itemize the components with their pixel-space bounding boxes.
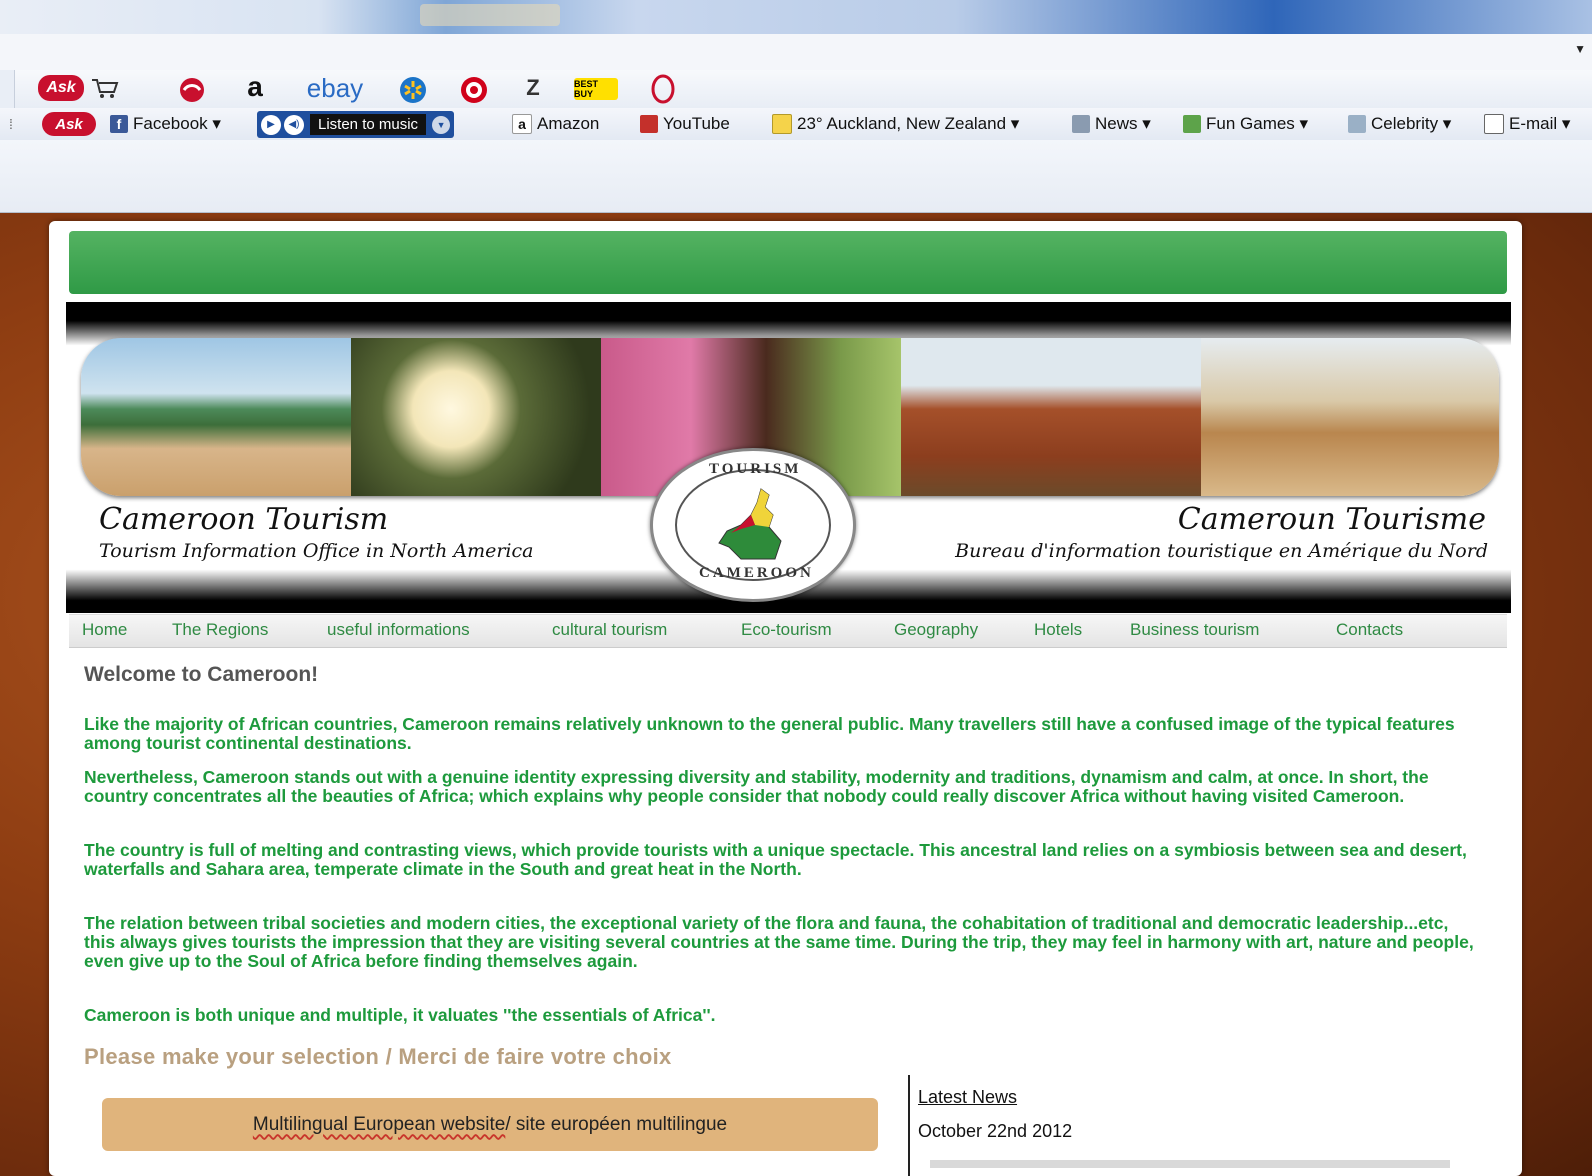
page-title: Welcome to Cameroon! <box>84 663 319 686</box>
ebay-icon[interactable]: ebay <box>295 73 375 103</box>
youtube-icon <box>640 115 658 133</box>
intro-paragraph-2: Nevertheless, Cameroon stands out with a… <box>84 767 1429 806</box>
favorite-weather[interactable]: 23° Auckland, New Zealand ▾ <box>772 113 1019 135</box>
favorite-amazon[interactable]: a Amazon <box>512 113 599 135</box>
email-icon <box>1484 114 1504 134</box>
favorite-label: Celebrity ▾ <box>1371 114 1452 133</box>
ask-toolbar <box>0 70 1592 108</box>
favorite-label: News ▾ <box>1095 114 1151 133</box>
nav-regions[interactable]: The Regions <box>172 620 268 640</box>
nav-contacts[interactable]: Contacts <box>1336 620 1403 640</box>
chevron-down-icon[interactable]: ▼ <box>1574 42 1586 56</box>
news-text-cutoff <box>930 1160 1450 1168</box>
chevron-down-icon[interactable]: ▼ <box>432 115 451 134</box>
favorite-label: YouTube <box>663 114 730 133</box>
favorite-email[interactable]: E-mail ▾ <box>1484 113 1570 135</box>
target-icon[interactable] <box>458 75 490 105</box>
walmart-icon[interactable] <box>398 76 428 104</box>
favorite-label: Amazon <box>537 114 600 133</box>
weather-icon <box>772 114 792 134</box>
cart-icon[interactable] <box>90 76 120 100</box>
nav-hotels[interactable]: Hotels <box>1034 620 1082 640</box>
active-tab-blur <box>420 4 560 26</box>
favorite-facebook[interactable]: f Facebook ▾ <box>110 113 221 135</box>
favorite-news[interactable]: News ▾ <box>1072 113 1151 135</box>
intro-paragraph-4: The relation between tribal societies an… <box>84 913 1474 971</box>
banner-title-fr: Cameroun Tourisme <box>1177 502 1486 537</box>
nav-geography[interactable]: Geography <box>894 620 978 640</box>
favorite-label: 23° Auckland, New Zealand ▾ <box>797 114 1020 133</box>
beach-photo <box>81 338 351 496</box>
multilingual-label: Multilingual European website <box>252 1113 506 1135</box>
nav-business-tourism[interactable]: Business tourism <box>1130 620 1259 640</box>
nav-home[interactable]: Home <box>82 620 127 640</box>
cathedral-photo <box>901 338 1201 496</box>
amazon-icon: a <box>512 114 532 134</box>
selection-heading: Please make your selection / Merci de fa… <box>84 1044 672 1069</box>
facebook-icon: f <box>110 115 128 133</box>
favorite-label: E-mail ▾ <box>1509 114 1571 133</box>
nav-useful-informations[interactable]: useful informations <box>327 620 470 640</box>
multilingual-site-button[interactable]: Multilingual European website / site eur… <box>102 1098 878 1151</box>
favorite-label: Fun Games ▾ <box>1206 114 1309 133</box>
intro-paragraph-3: The country is full of melting and contr… <box>84 840 1467 879</box>
ask-button[interactable]: Ask <box>42 112 96 136</box>
news-date: October 22nd 2012 <box>918 1121 1073 1141</box>
play-icon[interactable]: ▶ <box>261 114 281 135</box>
intro-paragraph-5: Cameroon is both unique and multiple, it… <box>84 1005 716 1025</box>
volume-icon[interactable]: ◀) <box>284 114 304 135</box>
toolbar-spacer <box>0 140 1592 213</box>
multilingual-label-fr: / site européen multilingue <box>505 1113 728 1135</box>
favorite-fun-games[interactable]: Fun Games ▾ <box>1183 113 1308 135</box>
cameroon-map-icon <box>718 488 782 560</box>
best-buy-icon[interactable]: BEST BUY <box>574 78 618 100</box>
banner-subtitle-en: Tourism Information Office in North Amer… <box>99 540 534 562</box>
latest-news-link[interactable]: Latest News <box>918 1087 1017 1108</box>
column-divider <box>908 1075 910 1176</box>
listen-to-music-label: Listen to music <box>310 114 427 135</box>
tourism-cameroon-logo: TOURISM CAMEROON <box>650 448 856 602</box>
grip-icon[interactable]: ⁞ <box>5 116 17 132</box>
logo-top-text: TOURISM <box>709 461 802 477</box>
green-header-bar <box>69 231 1507 294</box>
intro-paragraph-1: Like the majority of African countries, … <box>84 714 1455 753</box>
listen-to-music-widget[interactable]: ▶ ◀) Listen to music ▼ <box>257 111 455 138</box>
banner-title-en: Cameroon Tourism <box>99 502 389 537</box>
news-icon <box>1072 115 1090 133</box>
logo-bottom-text: CAMEROON <box>699 565 814 581</box>
hut-photo <box>1201 338 1499 496</box>
zappos-icon[interactable]: Z <box>518 74 548 102</box>
nav-eco-tourism[interactable]: Eco-tourism <box>741 620 832 640</box>
frangipani-photo <box>351 338 601 496</box>
opera-icon[interactable] <box>648 74 678 104</box>
window-title-bar <box>0 0 1592 34</box>
games-icon <box>1183 115 1201 133</box>
address-bar[interactable]: ▼ <box>0 34 1592 71</box>
amazon-icon[interactable]: a <box>240 71 270 102</box>
celebrity-icon <box>1348 115 1366 133</box>
ask-logo-icon[interactable]: Ask <box>38 75 84 101</box>
site-icon-red-swirl[interactable] <box>174 76 210 104</box>
favorite-youtube[interactable]: YouTube <box>640 113 730 135</box>
favorite-celebrity[interactable]: Celebrity ▾ <box>1348 113 1451 135</box>
banner-subtitle-fr: Bureau d'information touristique en Amér… <box>955 540 1488 562</box>
favorite-label: Facebook ▾ <box>133 114 221 133</box>
nav-cultural-tourism[interactable]: cultural tourism <box>552 620 667 640</box>
